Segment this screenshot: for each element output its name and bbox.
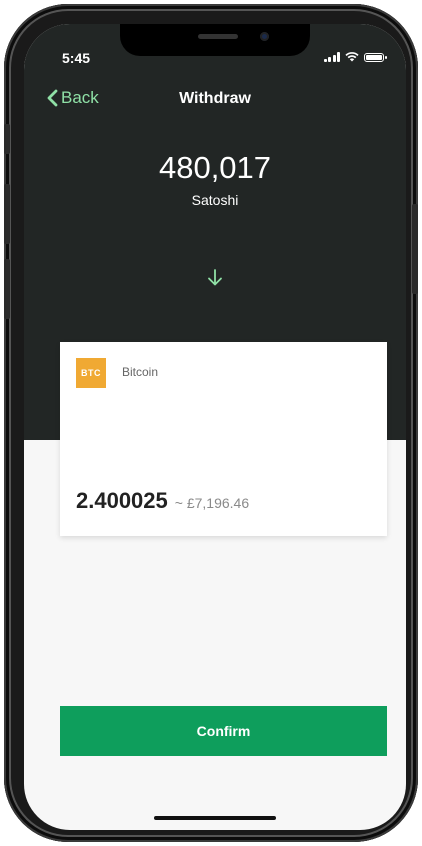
speaker-grille [198, 34, 238, 39]
arrow-down-icon [208, 269, 222, 286]
power-button [412, 204, 418, 294]
signal-icon [323, 52, 340, 62]
phone-frame: 5:45 Back Withdraw 480,017 Satoshi BTC B… [4, 4, 418, 842]
fiat-amount: ~ £7,196.46 [174, 495, 250, 511]
amount-unit: Satoshi [191, 192, 239, 208]
volume-down-button [4, 259, 10, 319]
status-time: 5:45 [62, 50, 91, 66]
front-camera [260, 32, 269, 41]
confirm-button[interactable]: Confirm [60, 706, 387, 756]
coin-amount: 2.400025 [76, 488, 168, 513]
status-icons [323, 52, 387, 62]
coin-amount-row: 2.400025 ~ £7,196.46 [76, 488, 249, 514]
page-title: Withdraw [179, 90, 251, 107]
coin-card[interactable]: BTC Bitcoin 2.400025 ~ £7,196.46 [60, 342, 387, 536]
screen: 5:45 Back Withdraw 480,017 Satoshi BTC B… [24, 24, 406, 830]
mute-switch [4, 124, 10, 154]
coin-name: Bitcoin [122, 365, 159, 379]
home-indicator[interactable] [154, 816, 276, 820]
volume-up-button [4, 184, 10, 244]
notch [120, 24, 310, 56]
btc-badge: BTC [76, 358, 106, 388]
battery-icon [364, 53, 387, 62]
wifi-icon [345, 52, 359, 62]
amount-value: 480,017 [158, 150, 272, 185]
